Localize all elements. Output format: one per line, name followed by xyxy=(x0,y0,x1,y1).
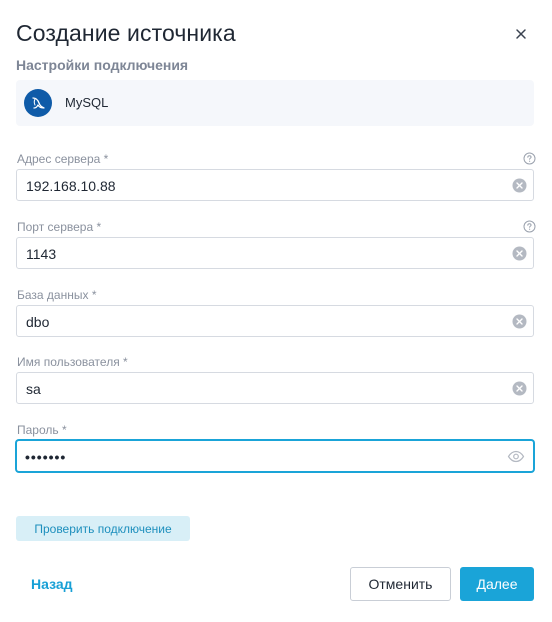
server-port-input[interactable]: 1143 xyxy=(16,237,534,269)
password-label: Пароль * xyxy=(17,423,67,437)
database-value: dbo xyxy=(26,314,50,330)
next-button[interactable]: Далее xyxy=(460,567,534,601)
close-icon xyxy=(516,29,526,39)
dialog-title: Создание источника xyxy=(16,20,236,46)
back-button[interactable]: Назад xyxy=(31,576,73,592)
question-circle-icon[interactable] xyxy=(523,220,536,233)
database-input[interactable]: dbo xyxy=(16,305,534,337)
source-name: MySQL xyxy=(65,95,109,110)
section-subtitle: Настройки подключения xyxy=(16,57,189,73)
cancel-button[interactable]: Отменить xyxy=(350,567,451,601)
clear-icon[interactable] xyxy=(512,178,527,193)
selected-source-card: MySQL xyxy=(16,80,534,126)
clear-icon[interactable] xyxy=(512,381,527,396)
clear-icon[interactable] xyxy=(512,314,527,329)
server-port-label: Порт сервера * xyxy=(17,220,102,234)
password-value: ••••••• xyxy=(25,449,67,465)
close-button[interactable] xyxy=(510,23,532,45)
mysql-dolphin-icon xyxy=(24,89,52,117)
create-source-dialog: Создание источника Настройки подключения… xyxy=(0,0,552,622)
database-label: База данных * xyxy=(17,288,97,302)
clear-icon[interactable] xyxy=(512,246,527,261)
password-input[interactable]: ••••••• xyxy=(16,440,534,472)
check-connection-button[interactable]: Проверить подключение xyxy=(16,516,190,541)
server-address-value: 192.168.10.88 xyxy=(26,178,116,194)
server-port-value: 1143 xyxy=(26,246,57,262)
username-value: sa xyxy=(26,381,41,397)
question-circle-icon[interactable] xyxy=(523,152,536,165)
server-address-input[interactable]: 192.168.10.88 xyxy=(16,169,534,201)
eye-icon[interactable] xyxy=(507,449,525,464)
username-label: Имя пользователя * xyxy=(17,355,128,369)
username-input[interactable]: sa xyxy=(16,372,534,404)
server-address-label: Адрес сервера * xyxy=(17,152,109,166)
